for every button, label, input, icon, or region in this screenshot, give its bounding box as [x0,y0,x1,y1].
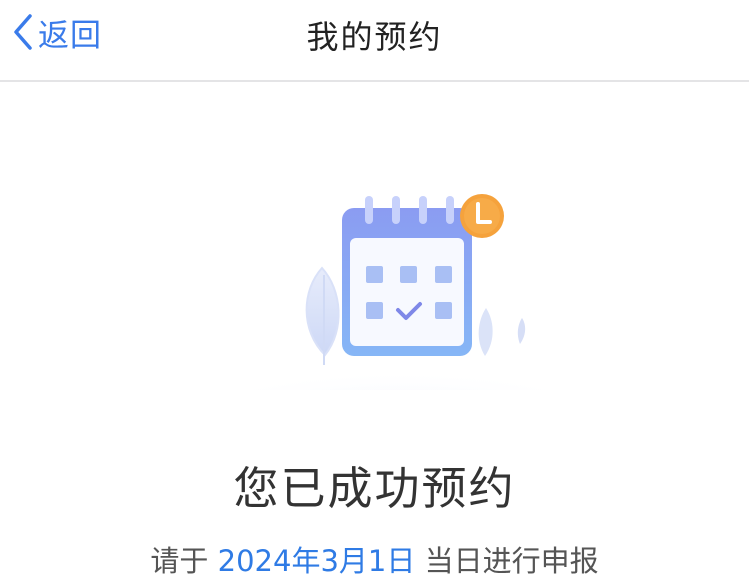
success-title: 您已成功预约 [233,462,516,515]
appointment-date: 2024年3月1日 [217,544,416,578]
instruction-prefix: 请于 [150,544,218,578]
navigation-bar: 返回 我的预约 [0,0,749,82]
page-title: 我的预约 [306,18,443,56]
calendar-with-clock-icon [200,194,600,390]
instruction-suffix: 当日进行申报 [415,544,599,578]
